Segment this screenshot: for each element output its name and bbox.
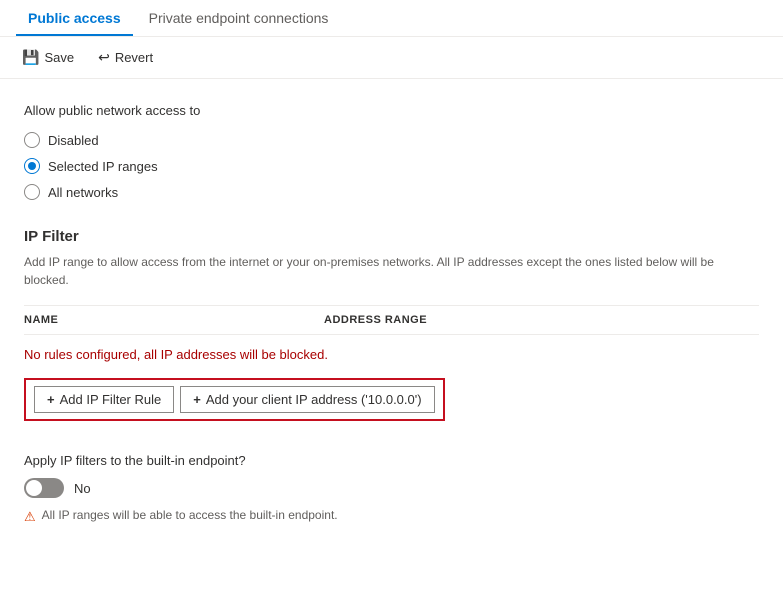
warning-row: ⚠ All IP ranges will be able to access t… [24, 508, 759, 525]
builtin-endpoint-section: Apply IP filters to the built-in endpoin… [24, 453, 759, 525]
revert-button[interactable]: ↩ Revert [92, 45, 159, 70]
plus-icon-client: + [193, 392, 201, 407]
main-content: Allow public network access to Disabled … [0, 79, 783, 549]
col-name-header: NAME [24, 314, 324, 326]
revert-label: Revert [115, 50, 153, 65]
tab-private-endpoint[interactable]: Private endpoint connections [137, 0, 341, 36]
radio-disabled[interactable]: Disabled [24, 132, 759, 148]
warning-icon: ⚠ [24, 509, 36, 525]
add-ip-filter-label: Add IP Filter Rule [60, 392, 162, 407]
radio-all-networks-circle [24, 184, 40, 200]
ip-filter-section: IP Filter Add IP range to allow access f… [24, 228, 759, 449]
add-client-ip-label: Add your client IP address ('10.0.0.0') [206, 392, 422, 407]
radio-disabled-label: Disabled [48, 133, 99, 148]
network-access-radio-group: Disabled Selected IP ranges All networks [24, 132, 759, 200]
col-range-header: ADDRESS RANGE [324, 314, 427, 326]
radio-all-networks[interactable]: All networks [24, 184, 759, 200]
save-button[interactable]: 💾 Save [16, 45, 80, 70]
radio-disabled-circle [24, 132, 40, 148]
toggle-text: No [74, 481, 91, 496]
builtin-label: Apply IP filters to the built-in endpoin… [24, 453, 759, 468]
save-label: Save [44, 50, 74, 65]
radio-selected-ip-ranges-circle [24, 158, 40, 174]
tab-public-access[interactable]: Public access [16, 0, 133, 36]
ip-filter-description: Add IP range to allow access from the in… [24, 253, 744, 289]
radio-selected-ip-ranges[interactable]: Selected IP ranges [24, 158, 759, 174]
save-icon: 💾 [22, 49, 39, 66]
access-description: Allow public network access to [24, 103, 759, 118]
add-client-ip-button[interactable]: + Add your client IP address ('10.0.0.0'… [180, 386, 434, 413]
add-ip-filter-rule-button[interactable]: + Add IP Filter Rule [34, 386, 174, 413]
toggle-row: No [24, 478, 759, 498]
revert-icon: ↩ [98, 49, 110, 66]
toolbar: 💾 Save ↩ Revert [0, 37, 783, 79]
radio-all-networks-label: All networks [48, 185, 118, 200]
table-header: NAME ADDRESS RANGE [24, 305, 759, 335]
warning-text: All IP ranges will be able to access the… [42, 508, 338, 522]
action-buttons-highlighted: + Add IP Filter Rule + Add your client I… [24, 378, 445, 421]
tab-bar: Public access Private endpoint connectio… [0, 0, 783, 37]
no-rules-message: No rules configured, all IP addresses wi… [24, 347, 759, 362]
builtin-toggle[interactable] [24, 478, 64, 498]
radio-selected-ip-ranges-label: Selected IP ranges [48, 159, 158, 174]
ip-filter-title: IP Filter [24, 228, 759, 245]
plus-icon-filter: + [47, 392, 55, 407]
